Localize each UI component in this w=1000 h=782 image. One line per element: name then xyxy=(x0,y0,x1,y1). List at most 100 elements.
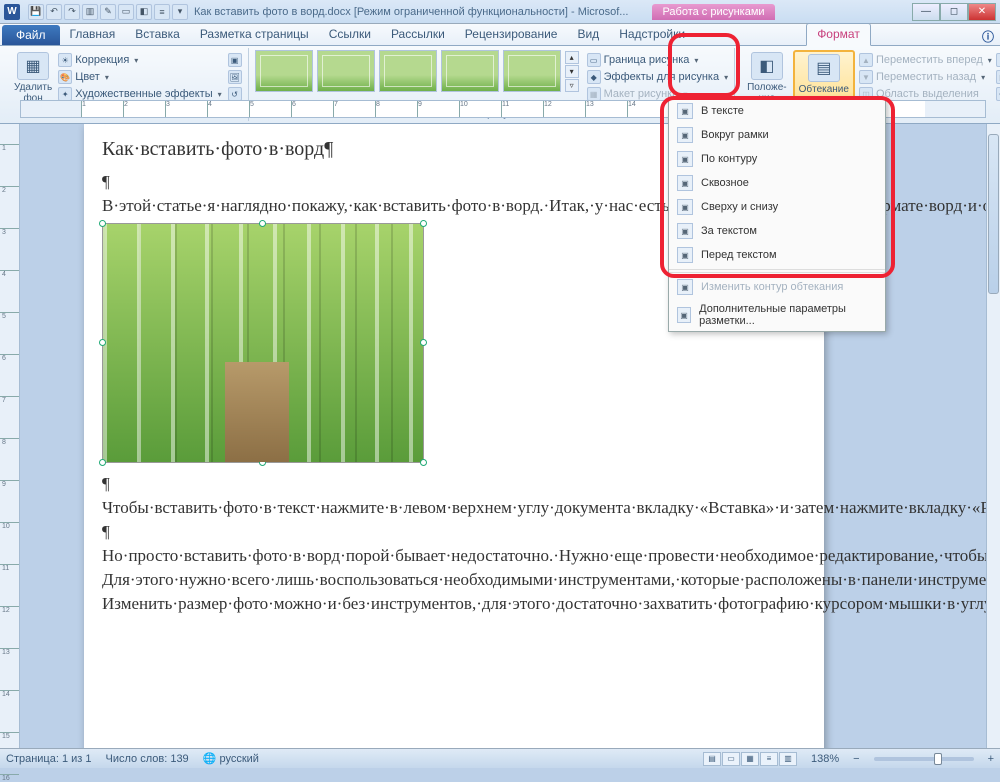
zoom-slider[interactable] xyxy=(874,757,974,761)
wrap-menu-item[interactable]: ▣Перед текстом xyxy=(669,243,885,267)
qat-button[interactable]: ▭ xyxy=(118,4,134,20)
style-thumb[interactable] xyxy=(255,50,313,92)
status-page[interactable]: Страница: 1 из 1 xyxy=(6,753,92,765)
inserted-picture[interactable] xyxy=(102,223,424,463)
qat-button[interactable]: ✎ xyxy=(100,4,116,20)
wrap-menu-item[interactable]: ▣Сверху и снизу xyxy=(669,195,885,219)
tab-page-layout[interactable]: Разметка страницы xyxy=(190,24,319,45)
wrap-option-icon: ▣ xyxy=(677,103,693,119)
resize-handle[interactable] xyxy=(420,339,427,346)
title-bar: W 💾 ↶ ↷ ▥ ✎ ▭ ◧ ≡ ▾ Как вставить фото в … xyxy=(0,0,1000,24)
tab-view[interactable]: Вид xyxy=(567,24,609,45)
tab-format[interactable]: Формат xyxy=(806,23,871,46)
wrap-option-icon: ▣ xyxy=(677,127,693,143)
zoom-percent[interactable]: 138% xyxy=(811,753,839,765)
zoom-out-button[interactable]: − xyxy=(853,753,859,765)
color-button[interactable]: 🎨Цвет▾ xyxy=(58,69,221,85)
tab-review[interactable]: Рецензирование xyxy=(455,24,568,45)
window-title: Как вставить фото в ворд.docx [Режим огр… xyxy=(194,6,628,18)
doc-paragraph: ¶ xyxy=(102,473,806,495)
change-pic-icon: 🖼 xyxy=(228,70,242,84)
status-language[interactable]: 🌐 русский xyxy=(203,752,259,765)
wrap-option-icon: ▣ xyxy=(677,223,693,239)
qat-button[interactable]: ◧ xyxy=(136,4,152,20)
wrap-option-label: Сквозное xyxy=(701,177,749,189)
color-icon: 🎨 xyxy=(58,70,72,84)
help-icon[interactable]: ⓘ xyxy=(982,28,994,45)
resize-handle[interactable] xyxy=(99,220,106,227)
vertical-ruler[interactable]: 12345678910111213141516 xyxy=(0,124,20,748)
picture-effects-button[interactable]: ◆Эффекты для рисунка▾ xyxy=(587,69,728,85)
resize-handle[interactable] xyxy=(420,220,427,227)
wrap-menu-item[interactable]: ▣ За текстом xyxy=(669,219,885,243)
quick-access-toolbar: 💾 ↶ ↷ ▥ ✎ ▭ ◧ ≡ ▾ xyxy=(28,4,188,20)
qat-button[interactable]: ▥ xyxy=(82,4,98,20)
wrap-option-label: За текстом xyxy=(701,225,757,237)
group-button: ▣▾ xyxy=(996,69,1000,85)
view-print-layout[interactable]: ▤ xyxy=(703,752,721,766)
minimize-button[interactable]: — xyxy=(912,3,940,21)
style-thumb[interactable] xyxy=(441,50,499,92)
rotate-button[interactable]: ⟳▾ xyxy=(996,86,1000,102)
close-button[interactable]: ✕ xyxy=(968,3,996,21)
picture-styles-gallery[interactable]: ▴▾▿ xyxy=(255,50,579,92)
backward-label: Переместить назад xyxy=(876,71,976,83)
wrap-menu-item[interactable]: ▣По контуру xyxy=(669,147,885,171)
zoom-slider-thumb[interactable] xyxy=(934,753,942,765)
view-full-screen[interactable]: ▭ xyxy=(722,752,740,766)
resize-handle[interactable] xyxy=(99,459,106,466)
wrap-menu-item[interactable]: ▣В тексте xyxy=(669,99,885,123)
tab-file[interactable]: Файл xyxy=(2,25,60,45)
bring-forward-button: ▲Переместить вперед▾ xyxy=(859,52,992,68)
status-bar: Страница: 1 из 1 Число слов: 139 🌐 русск… xyxy=(0,748,1000,768)
tab-addons[interactable]: Надстройки xyxy=(609,24,695,45)
pic-effects-icon: ◆ xyxy=(587,70,601,84)
maximize-button[interactable]: ◻ xyxy=(940,3,968,21)
qat-redo-icon[interactable]: ↷ xyxy=(64,4,80,20)
wrap-option-label: Изменить контур обтекания xyxy=(701,281,843,293)
rotate-icon: ⟳ xyxy=(996,87,1000,101)
wrap-option-icon: ▣ xyxy=(677,279,693,295)
tab-home[interactable]: Главная xyxy=(60,24,126,45)
view-draft[interactable]: ▥ xyxy=(779,752,797,766)
pic-effects-label: Эффекты для рисунка xyxy=(604,71,719,83)
wrap-option-icon: ▣ xyxy=(677,307,691,323)
qat-button[interactable]: ≡ xyxy=(154,4,170,20)
scrollbar-thumb[interactable] xyxy=(988,134,999,294)
tab-references[interactable]: Ссылки xyxy=(319,24,381,45)
status-word-count[interactable]: Число слов: 139 xyxy=(106,753,189,765)
qat-undo-icon[interactable]: ↶ xyxy=(46,4,62,20)
wrap-menu-item[interactable]: ▣Сквозное xyxy=(669,171,885,195)
wrap-option-icon: ▣ xyxy=(677,151,693,167)
correction-button[interactable]: ☀Коррекция▾ xyxy=(58,52,221,68)
remove-background-button[interactable]: ▦ Удалить фон xyxy=(8,50,58,106)
effects-icon: ✦ xyxy=(58,87,72,101)
remove-bg-icon: ▦ xyxy=(17,52,49,80)
resize-handle[interactable] xyxy=(420,459,427,466)
resize-handle[interactable] xyxy=(99,339,106,346)
vertical-scrollbar[interactable] xyxy=(986,124,1000,748)
qat-save-icon[interactable]: 💾 xyxy=(28,4,44,20)
view-outline[interactable]: ≡ xyxy=(760,752,778,766)
zoom-in-button[interactable]: + xyxy=(988,753,994,765)
word-app-icon: W xyxy=(4,4,20,20)
tab-insert[interactable]: Вставка xyxy=(125,24,190,45)
view-web[interactable]: ▦ xyxy=(741,752,759,766)
wrap-option-icon: ▣ xyxy=(677,247,693,263)
brightness-icon: ☀ xyxy=(58,53,72,67)
border-label: Граница рисунка xyxy=(604,54,690,66)
compress-button[interactable]: ▣ xyxy=(228,52,242,68)
change-picture-button[interactable]: 🖼 xyxy=(228,69,242,85)
resize-handle[interactable] xyxy=(259,220,266,227)
style-thumb[interactable] xyxy=(379,50,437,92)
qat-more-icon[interactable]: ▾ xyxy=(172,4,188,20)
style-thumb[interactable] xyxy=(317,50,375,92)
tab-mailings[interactable]: Рассылки xyxy=(381,24,455,45)
wrap-menu-item[interactable]: ▣Дополнительные параметры разметки... xyxy=(669,299,885,331)
resize-handle[interactable] xyxy=(259,459,266,466)
picture-border-button[interactable]: ▭Граница рисунка▾ xyxy=(587,52,728,68)
gallery-scroll[interactable]: ▴▾▿ xyxy=(565,51,579,92)
wrap-menu-item[interactable]: ▣Вокруг рамки xyxy=(669,123,885,147)
border-icon: ▭ xyxy=(587,53,601,67)
style-thumb[interactable] xyxy=(503,50,561,92)
